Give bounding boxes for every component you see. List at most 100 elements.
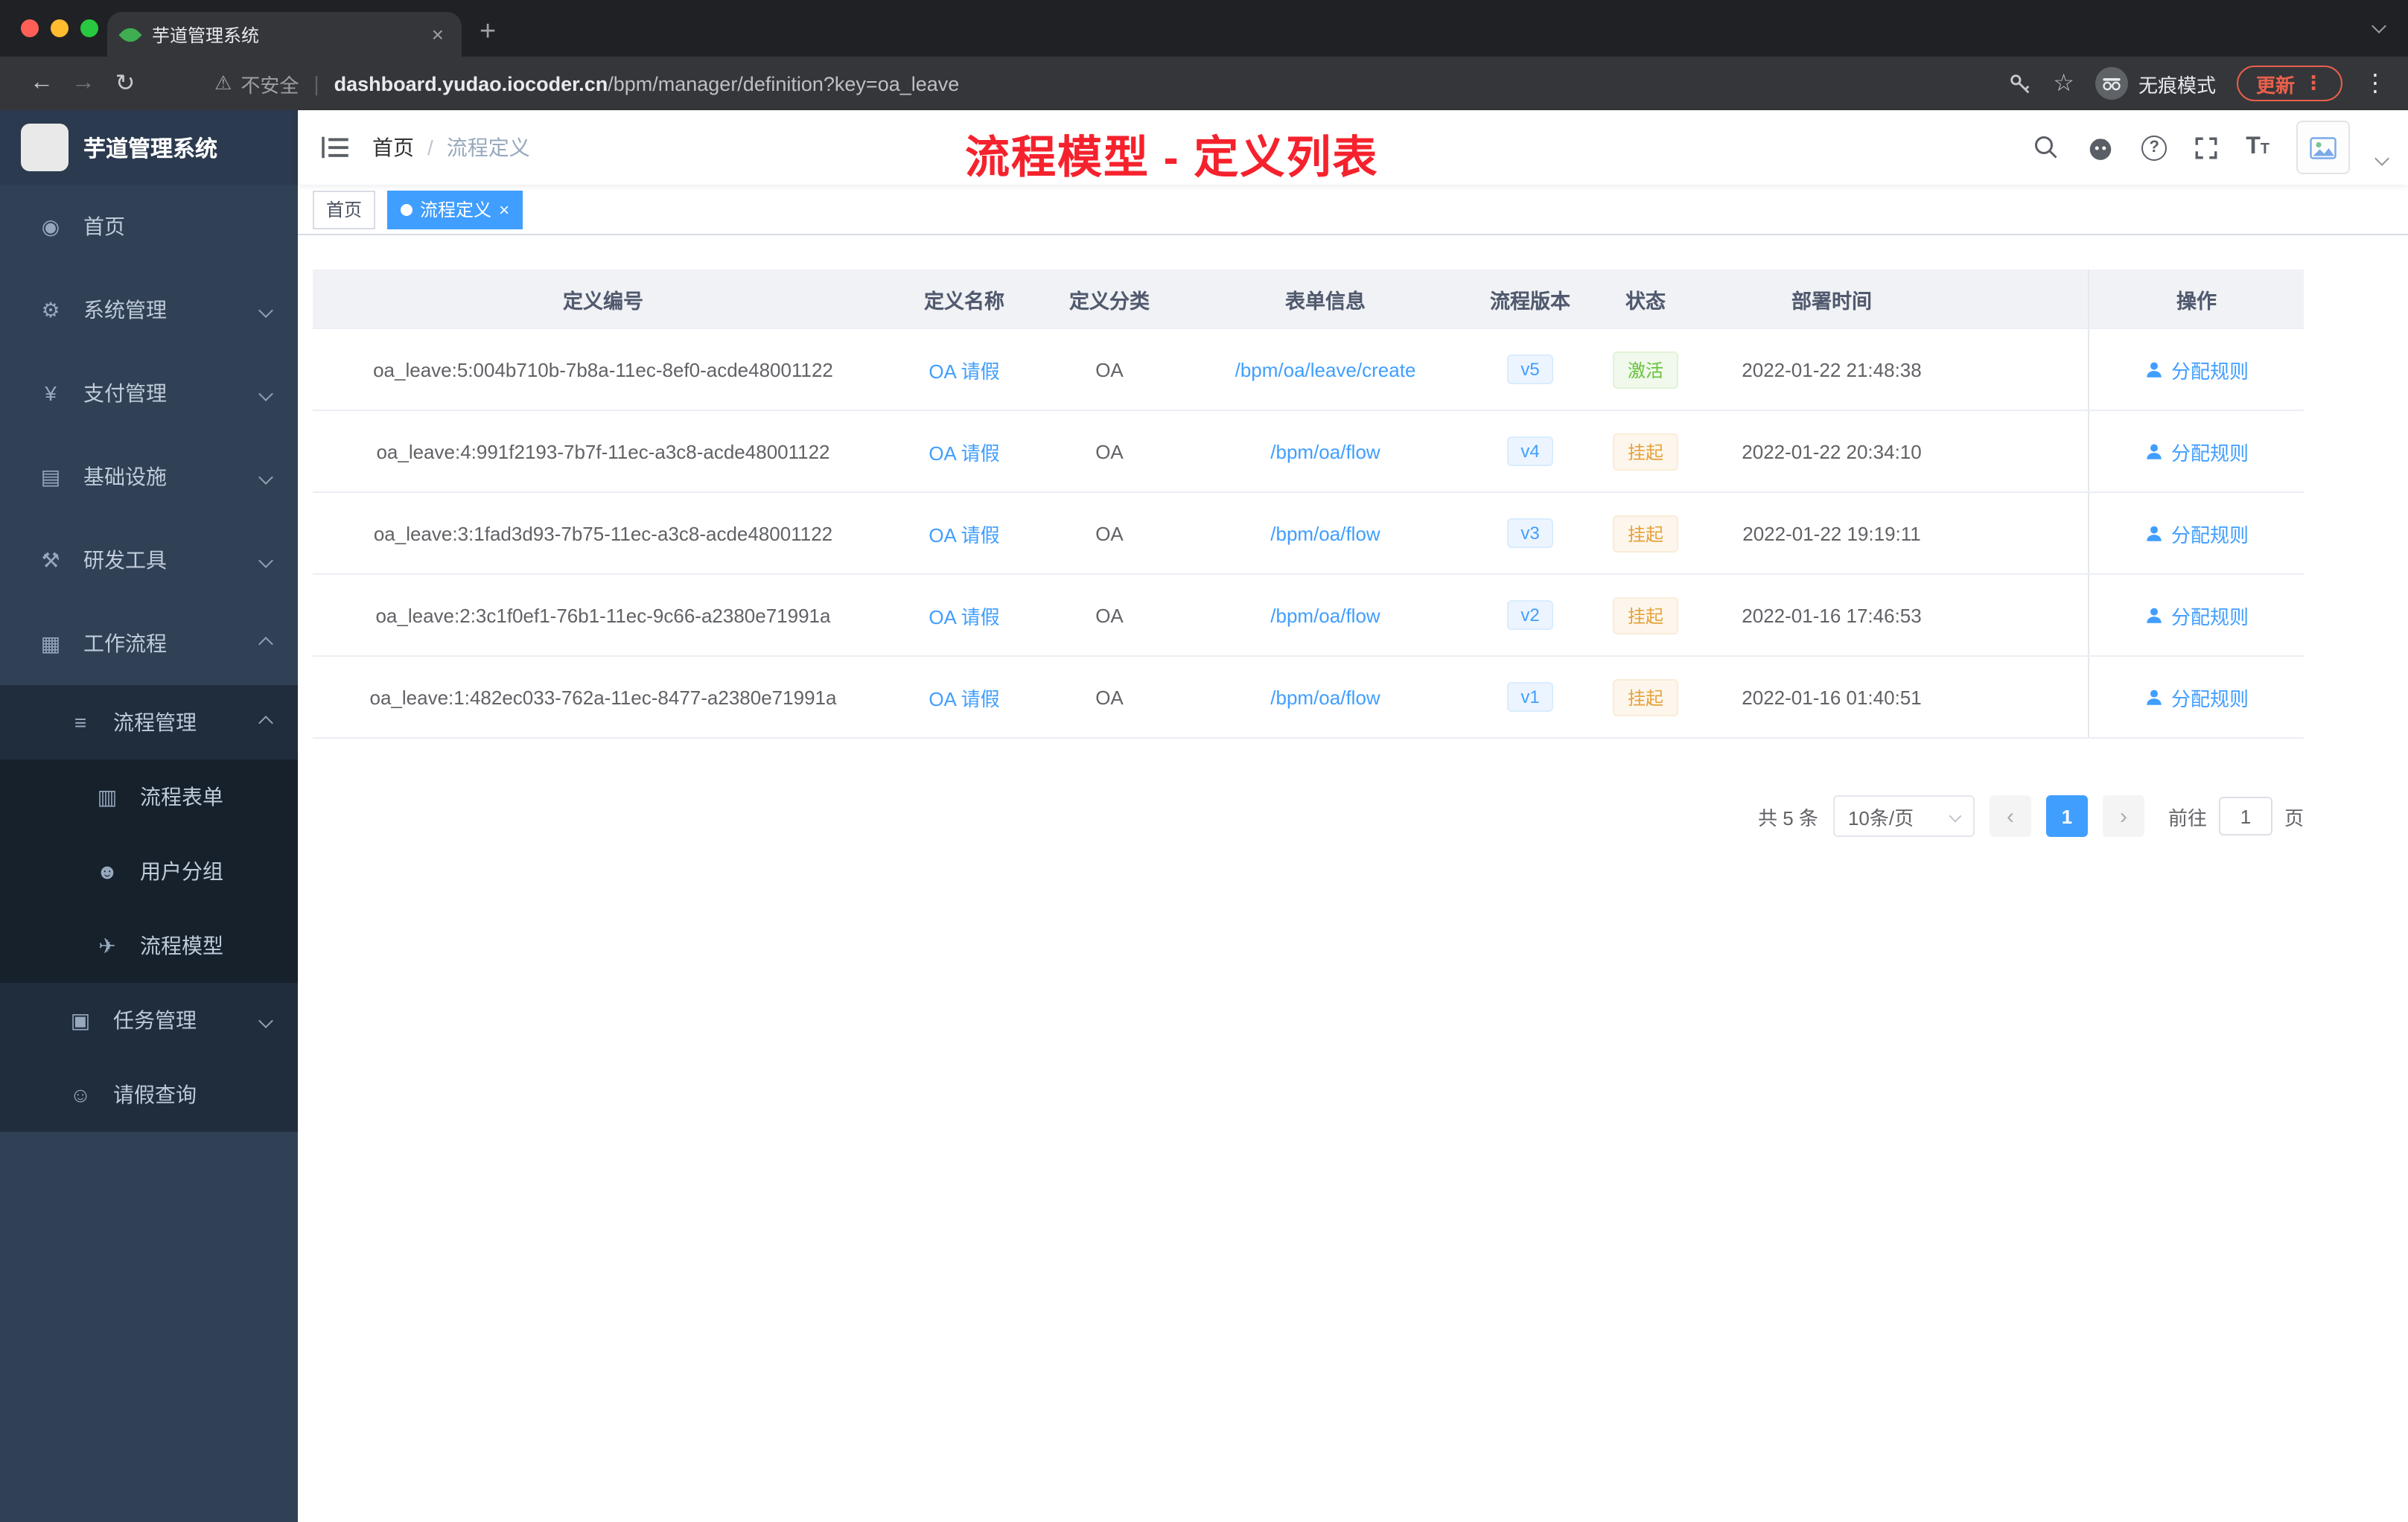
content-area: 首页 / 流程定义 流程模型 - 定义列表 ? TT 首页 流程定义 × 定义编… — [298, 110, 2408, 1522]
form-icon: ▥ — [97, 784, 118, 808]
site-security-chip[interactable]: ⚠ 不安全 — [214, 69, 299, 98]
hamburger-icon[interactable] — [298, 136, 372, 159]
favicon-leaf-icon — [118, 22, 142, 46]
tab-search-icon[interactable] — [2372, 19, 2386, 34]
breadcrumb-home[interactable]: 首页 — [372, 133, 414, 162]
active-dot — [401, 203, 413, 215]
cell-id: oa_leave:5:004b710b-7b8a-11ec-8ef0-acde4… — [373, 358, 833, 380]
yen-icon: ¥ — [45, 381, 57, 405]
col-header-id: 定义编号 — [563, 290, 643, 312]
assign-rule-link[interactable]: 分配规则 — [2144, 355, 2249, 383]
form-link[interactable]: /bpm/oa/flow — [1270, 604, 1380, 626]
password-key-icon[interactable] — [2007, 71, 2032, 96]
page-1-button[interactable]: 1 — [2045, 795, 2088, 837]
sidebar-item-devtools[interactable]: ⚒ 研发工具 — [0, 518, 298, 602]
person-icon — [2147, 443, 2162, 459]
sidebar-item-home[interactable]: ◉ 首页 — [0, 185, 298, 268]
person-icon: ☺ — [69, 1083, 92, 1107]
cell-id: oa_leave:3:1fad3d93-7b75-11ec-a3c8-acde4… — [373, 522, 833, 544]
help-icon[interactable]: ? — [2141, 135, 2167, 160]
chevron-down-icon — [258, 302, 273, 317]
col-header-version: 流程版本 — [1490, 290, 1570, 312]
reload-icon[interactable]: ↻ — [104, 69, 146, 98]
sidebar-item-process-management[interactable]: ≡ 流程管理 — [0, 685, 298, 760]
sidebar-item-system[interactable]: ⚙ 系统管理 — [0, 268, 298, 351]
chevron-down-icon — [258, 386, 273, 401]
screen: 芋道管理系统 × + ← → ↻ ⚠ 不安全 | dashboard.yudao… — [0, 0, 2408, 1522]
col-header-deploy-time: 部署时间 — [1791, 290, 1872, 312]
col-header-actions: 操作 — [2088, 270, 2304, 328]
sidebar-item-leave-query[interactable]: ☺ 请假查询 — [0, 1057, 298, 1132]
chevron-down-icon — [258, 469, 273, 484]
goto-page-input[interactable] — [2218, 797, 2272, 835]
table-row: oa_leave:2:3c1f0ef1-76b1-11ec-9c66-a2380… — [313, 575, 2304, 657]
status-badge: 挂起 — [1612, 515, 1678, 552]
window-close-button[interactable] — [21, 19, 39, 37]
chevron-up-icon — [258, 715, 273, 730]
status-badge: 挂起 — [1612, 678, 1678, 716]
header-actions: ? TT — [2033, 121, 2408, 174]
sidebar-item-payment[interactable]: ¥ 支付管理 — [0, 351, 298, 435]
form-link[interactable]: /bpm/oa/flow — [1270, 686, 1380, 708]
workflow-icon: ▦ — [40, 631, 61, 655]
search-icon[interactable] — [2033, 134, 2060, 161]
assign-rule-link[interactable]: 分配规则 — [2144, 437, 2249, 465]
cell-category: OA — [1095, 604, 1124, 626]
browser-update-button[interactable]: 更新 ⋮ — [2236, 66, 2342, 101]
incognito-indicator: 无痕模式 — [2095, 67, 2216, 100]
user-avatar[interactable] — [2296, 121, 2350, 174]
toolbar-right-cluster: ☆ 无痕模式 更新 ⋮ ⋮ — [2007, 66, 2387, 101]
tag-close-icon[interactable]: × — [499, 199, 509, 220]
definition-name-link[interactable]: OA 请假 — [929, 437, 999, 465]
window-zoom-button[interactable] — [80, 19, 98, 37]
address-bar[interactable]: dashboard.yudao.iocoder.cn/bpm/manager/d… — [334, 72, 1984, 95]
cell-deploy-time: 2022-01-22 19:19:11 — [1742, 522, 1921, 544]
assign-rule-link[interactable]: 分配规则 — [2144, 683, 2249, 711]
prev-page-button[interactable]: ‹ — [1989, 795, 2031, 837]
tools-icon: ⚒ — [41, 547, 60, 571]
forward-icon[interactable]: → — [63, 70, 104, 97]
person-icon — [2147, 689, 2162, 704]
next-page-button[interactable]: › — [2102, 795, 2144, 837]
sidebar-item-task-management[interactable]: ▣ 任务管理 — [0, 983, 298, 1057]
cell-deploy-time: 2022-01-22 20:34:10 — [1742, 440, 1922, 462]
window-minimize-button[interactable] — [51, 19, 69, 37]
col-header-form: 表单信息 — [1285, 290, 1366, 312]
page-body: 定义编号 定义名称 定义分类 表单信息 流程版本 状态 部署时间 操作 oa_l… — [298, 235, 2408, 1522]
github-icon[interactable] — [2086, 133, 2115, 162]
tag-process-definition[interactable]: 流程定义 × — [387, 190, 523, 229]
definition-name-link[interactable]: OA 请假 — [929, 601, 999, 629]
definition-name-link[interactable]: OA 请假 — [929, 355, 999, 383]
tag-home[interactable]: 首页 — [313, 190, 376, 229]
form-link[interactable]: /bpm/oa/flow — [1270, 522, 1380, 544]
assign-rule-link[interactable]: 分配规则 — [2144, 601, 2249, 629]
new-tab-button[interactable]: + — [480, 16, 496, 49]
browser-tab[interactable]: 芋道管理系统 × — [107, 12, 462, 57]
back-icon[interactable]: ← — [21, 70, 63, 97]
sidebar-item-process-model[interactable]: ✈ 流程模型 — [0, 908, 298, 983]
cell-category: OA — [1095, 522, 1124, 544]
logo-avatar — [21, 124, 69, 171]
browser-menu-icon[interactable]: ⋮ — [2363, 69, 2387, 98]
sidebar-item-process-form[interactable]: ▥ 流程表单 — [0, 760, 298, 834]
fullscreen-icon[interactable] — [2194, 135, 2219, 160]
form-link[interactable]: /bpm/oa/leave/create — [1235, 358, 1416, 380]
dashboard-icon: ◉ — [41, 214, 60, 238]
font-size-icon[interactable]: TT — [2246, 135, 2270, 159]
tab-close-icon[interactable]: × — [429, 22, 447, 46]
sidebar-logo[interactable]: 芋道管理系统 — [0, 110, 298, 185]
breadcrumb-current: 流程定义 — [446, 136, 530, 159]
table-header-row: 定义编号 定义名称 定义分类 表单信息 流程版本 状态 部署时间 操作 — [313, 270, 2304, 329]
page-size-select[interactable]: 10条/页 — [1832, 795, 1975, 837]
definition-name-link[interactable]: OA 请假 — [929, 519, 999, 547]
sidebar-item-user-group[interactable]: ☻ 用户分组 — [0, 834, 298, 908]
form-link[interactable]: /bpm/oa/flow — [1270, 440, 1380, 462]
infrastructure-icon: ▤ — [40, 464, 61, 488]
bookmark-star-icon[interactable]: ☆ — [2053, 69, 2074, 98]
sidebar-item-infrastructure[interactable]: ▤ 基础设施 — [0, 435, 298, 518]
sidebar-item-workflow[interactable]: ▦ 工作流程 — [0, 602, 298, 685]
version-tag: v1 — [1507, 682, 1553, 712]
assign-rule-link[interactable]: 分配规则 — [2144, 519, 2249, 547]
avatar-caret-icon[interactable] — [2374, 150, 2389, 165]
definition-name-link[interactable]: OA 请假 — [929, 683, 999, 711]
